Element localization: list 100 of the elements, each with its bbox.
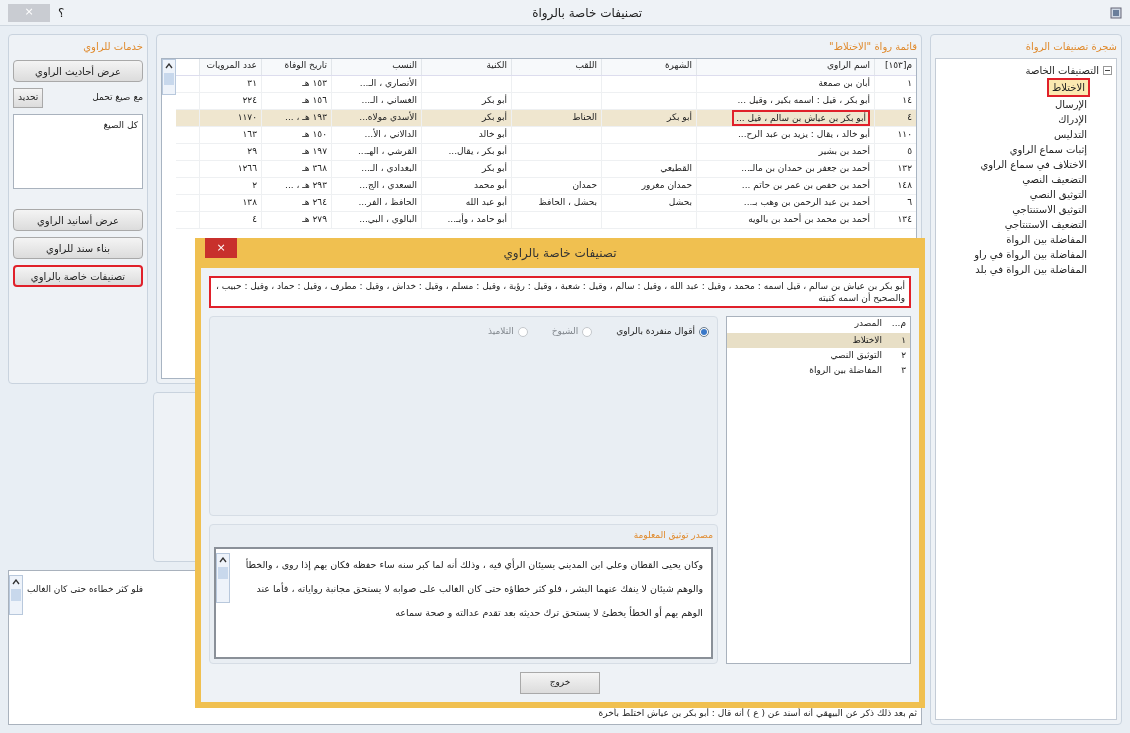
table-cell: أحمد بن حفص بن عمر بن حاتم ... — [741, 179, 870, 193]
exit-button[interactable]: خروج — [520, 672, 600, 694]
text-line: ثم بعد ذلك ذكر عن البيهقي أنه أسند عن ( ع ) أنه قال : أبو بكر بن عياش اختلط بأخرة — [597, 706, 917, 720]
action-button[interactable]: تصنيفات خاصة بالراوي — [13, 265, 143, 287]
table-cell: ١٩٧ هـ — [302, 145, 327, 159]
radio-button[interactable] — [699, 326, 709, 337]
table-row[interactable]: ٦ أحمد بن عبد الرحمن بن وهب بـ... بحشل بحشل ، الحافظ أبو عبد الله الحافظ ، الفر... ٢٦٤ هـ ١٣٨ — [176, 195, 916, 212]
close-button[interactable]: × — [205, 238, 237, 258]
table-row[interactable]: ١٣٤ أحمد بن محمد بن أحمد بن بالويه أبو حامد ، وأبـ... البالوي ، البي... ٢٧٩ هـ ٤ — [176, 212, 916, 229]
table-cell: ١ — [907, 77, 912, 91]
tree-item[interactable]: الإرسال — [1052, 97, 1090, 112]
scroll-thumb[interactable] — [11, 589, 21, 601]
tree-item[interactable]: التوثيق النصي — [1026, 187, 1090, 202]
column-header[interactable]: م... — [886, 317, 910, 333]
scrollbar[interactable] — [9, 575, 23, 615]
tree-item[interactable]: المفاضلة بين الرواة في راو — [971, 247, 1090, 262]
table-cell: الأسدي مولاه... — [359, 111, 417, 125]
table-row[interactable]: ١١٠ أبو خالد ، يقال : يزيد بن عبد الرح... أبو خالد الدالاني ، الأ... ١٥٠ هـ ١٦٣ — [176, 127, 916, 144]
table-cell: ٢٢٤ — [242, 94, 257, 108]
table-cell: ٢٩ — [247, 145, 257, 159]
select-button[interactable]: تحديد — [13, 88, 44, 108]
column-header[interactable]: م[١٥٣] — [874, 59, 916, 75]
scroll-thumb[interactable] — [218, 566, 228, 579]
tree-item[interactable]: التدليس — [1051, 127, 1090, 142]
table-cell: ١٤ — [902, 94, 912, 108]
narrator-name-field: أبو بكر بن عياش بن سالم ، قيل اسمه : محمد ، وقيل : عبد الله ، وقيل : سالم ، وقيل : شعبة ، وقيل : رؤبة ، وقيل : مسلم ، وقيل : خداش ، وقيل : مطرف ، وقيل : حماد ، وقيل : حبيب ، والصحيح أن اسمه كنيته — [209, 276, 911, 308]
table-cell: بحشل — [668, 196, 692, 210]
scroll-thumb[interactable] — [164, 73, 174, 85]
table-cell: البالوي ، البي... — [359, 213, 417, 227]
table-cell: القرشي ، الهـ... — [357, 145, 417, 159]
table-row[interactable]: ١ أبان بن صمعة الأنصاري ، الـ... ١٥٣ هـ ٣١ — [176, 76, 916, 93]
table-cell: الغساني ، الـ... — [361, 94, 417, 108]
table-cell: ١٥٠ هـ — [302, 128, 327, 142]
table-cell-text: ١ — [900, 333, 907, 347]
table-cell: ٢٩٣ هـ ، ... — [285, 179, 327, 193]
table-cell: ١٢٦٦ — [237, 162, 257, 176]
table-cell: أحمد بن بشير — [818, 145, 870, 159]
help-button[interactable]: ؟ — [58, 3, 65, 22]
table-cell: ١١٧٠ — [237, 111, 257, 125]
tree-item[interactable]: التضعيف الاستنتاجي — [1001, 217, 1090, 232]
table-cell: أبو حامد ، وأبـ... — [447, 213, 507, 227]
scrollbar[interactable] — [162, 59, 176, 95]
table-cell: ١٥٣ هـ — [302, 77, 327, 91]
table-cell: ١٦٣ — [242, 128, 257, 142]
action-button[interactable]: عرض أسانيد الراوي — [13, 209, 143, 231]
table-cell: أبو بكر — [482, 162, 507, 176]
table-cell: أبو محمد — [473, 179, 507, 193]
column-header[interactable]: الشهرة — [601, 59, 696, 75]
table-cell: ٥ — [907, 145, 912, 159]
column-header[interactable]: اسم الراوي — [696, 59, 874, 75]
action-button[interactable]: بناء سند للراوي — [13, 237, 143, 259]
table-cell: أبو بكر — [482, 111, 507, 125]
table-cell: أحمد بن جعفر بن حمدان بن مالـ... — [741, 162, 870, 176]
tree-item[interactable]: الاختلاط — [1047, 78, 1090, 97]
table-cell: حمدان — [572, 179, 597, 193]
list-item[interactable]: كل الصيغ — [18, 119, 138, 133]
table-cell: أبان بن صمعة — [818, 77, 870, 91]
tree-item[interactable]: إثبات سماع الراوي — [1006, 142, 1090, 157]
tree-item[interactable]: المفاضلة بين الرواة — [1003, 232, 1090, 247]
table-cell: ١٥٦ هـ — [302, 94, 327, 108]
tree-item[interactable]: الإدراك — [1055, 112, 1090, 127]
table-row[interactable]: ٥ أحمد بن بشير أبو بكر ، يقال... القرشي ، الهـ... ١٩٧ هـ ٢٩ — [176, 144, 916, 161]
radio-option[interactable]: أقوال منفردة بالراوي — [616, 325, 709, 339]
collapse-icon[interactable] — [1103, 66, 1112, 75]
scrollbar[interactable] — [216, 552, 230, 603]
table-row[interactable]: ٣ المفاضلة بين الرواة — [727, 363, 910, 378]
table-cell: القطيعي — [660, 162, 692, 176]
tree-item[interactable]: الاختلاف في سماع الراوي — [977, 157, 1090, 172]
table-cell: ١٣٨ — [242, 196, 257, 210]
table-cell: ٤ — [252, 213, 257, 227]
panel-title: خدمات للراوي — [82, 40, 143, 54]
table-cell: ١١٠ — [897, 128, 912, 142]
column-header[interactable]: النسب — [331, 59, 421, 75]
tree-item[interactable]: التضعيف النصي — [1019, 172, 1090, 187]
table-row[interactable]: ٢ التوثيق النصي — [727, 348, 910, 363]
column-header[interactable]: المصدر — [727, 317, 886, 333]
table-cell: ١٣٤ — [897, 213, 912, 227]
column-header[interactable]: اللقب — [511, 59, 601, 75]
table-row[interactable]: ١٣٢ أحمد بن جعفر بن حمدان بن مالـ... القطيعي أبو بكر البغدادي ، الـ... ٣٦٨ هـ ١٢٦٦ — [176, 161, 916, 178]
table-cell: أبو بكر بن عياش بن سالم ، قيل ... — [732, 110, 870, 126]
tree-item[interactable]: التوثيق الاستنتاجي — [1009, 202, 1090, 217]
table-cell: الأنصاري ، الـ... — [359, 77, 417, 91]
table-cell: أبو بكر ، يقال... — [448, 145, 507, 159]
column-header[interactable]: عدد المرويات — [199, 59, 261, 75]
column-header[interactable]: تاريخ الوفاة — [261, 59, 331, 75]
table-cell: الدالاني ، الأ... — [364, 128, 417, 142]
table-cell: ٦ — [907, 196, 912, 210]
table-row[interactable]: ١ الاختلاط — [727, 333, 910, 348]
dialog-title: تصنيفات خاصة بالراوي — [503, 245, 617, 262]
table-cell: أبو بكر ، قيل : اسمه بكير ، وقيل ... — [737, 94, 870, 108]
table-cell: ١٣٢ — [897, 162, 912, 176]
table-row[interactable]: ١٤٨ أحمد بن حفص بن عمر بن حاتم ... حمدان مغرور حمدان أبو محمد السعدي ، الج... ٢٩٣ هـ ، ... ٢ — [176, 178, 916, 195]
action-button[interactable]: عرض أحاديث الراوي — [13, 60, 143, 82]
table-cell: حمدان مغرور — [641, 179, 692, 193]
tree-item[interactable]: التصنيفات الخاصة — [1025, 63, 1099, 78]
column-header[interactable]: الكنية — [421, 59, 511, 75]
tree-item[interactable]: المفاضلة بين الرواة في بلد — [972, 262, 1090, 277]
table-cell-text: الاختلاط — [851, 333, 883, 347]
table-cell: السعدي ، الج... — [359, 179, 417, 193]
table-row[interactable]: ٤ أبو بكر بن عياش بن سالم ، قيل ... أبو بكر الحناط أبو بكر الأسدي مولاه... ١٩٣ هـ ، ... ١١٧٠ — [176, 110, 916, 127]
